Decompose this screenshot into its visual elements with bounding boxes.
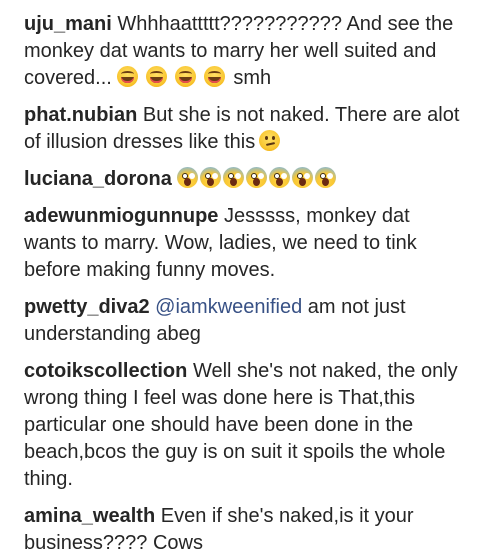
comment-username[interactable]: pwetty_diva2: [24, 296, 150, 318]
face-screaming-in-fear-icon: [269, 167, 291, 188]
face-screaming-in-fear-icon: [223, 167, 245, 188]
comment-item: cotoikscollection Well she's not naked, …: [24, 358, 466, 493]
comment-list: uju_mani Whhhaattttt??????????? And see …: [0, 11, 480, 557]
comment-username[interactable]: phat.nubian: [24, 104, 137, 126]
face-screaming-in-fear-icon: [200, 167, 222, 188]
comment-username[interactable]: cotoikscollection: [24, 360, 187, 382]
comment-username[interactable]: adewunmiogunnupe: [24, 205, 218, 227]
comment-item: uju_mani Whhhaattttt??????????? And see …: [24, 11, 466, 92]
face-screaming-in-fear-icon: [292, 167, 314, 188]
comment-item: phat.nubian But she is not naked. There …: [24, 102, 466, 156]
comment-username[interactable]: amina_wealth: [24, 505, 155, 527]
comment-suffix-text: smh: [233, 67, 272, 89]
comment-item: adewunmiogunnupe Jesssss, monkey dat wan…: [24, 203, 466, 284]
comment-item: amina_wealth Even if she's naked,is it y…: [24, 503, 466, 557]
comment-item: luciana_dorona: [24, 166, 466, 193]
grinning-squinting-face-icon: [117, 66, 139, 87]
comment-item: pwetty_diva2 @iamkweenified am not just …: [24, 294, 466, 348]
grinning-squinting-face-icon: [204, 66, 226, 87]
face-screaming-in-fear-icon: [315, 167, 337, 188]
smirking-face-icon: [259, 130, 281, 151]
face-screaming-in-fear-icon: [177, 167, 199, 188]
grinning-squinting-face-icon: [146, 66, 168, 87]
comment-username[interactable]: uju_mani: [24, 13, 112, 35]
face-screaming-in-fear-icon: [246, 167, 268, 188]
grinning-squinting-face-icon: [175, 66, 197, 87]
comment-username[interactable]: luciana_dorona: [24, 168, 172, 190]
comment-mention-link[interactable]: @iamkweenified: [155, 296, 302, 318]
